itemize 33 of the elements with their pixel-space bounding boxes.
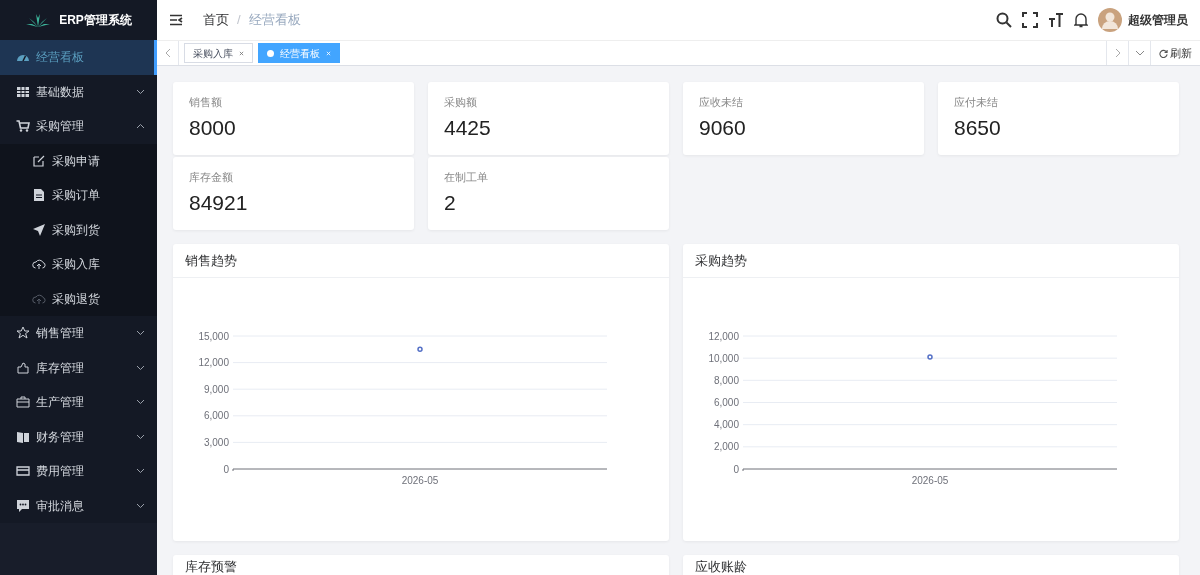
stat-label: 应付未结	[954, 95, 999, 110]
axis-tick-label: 0	[223, 463, 229, 475]
axis-tick-label: 4,000	[713, 419, 739, 431]
stat-label: 采购额	[444, 95, 478, 110]
stat-label: 库存金额	[189, 170, 234, 185]
app-title: ERP管理系统	[59, 12, 132, 29]
axis-tick-label: 6,000	[713, 397, 739, 408]
panel-title: 库存预警	[184, 558, 238, 575]
axis-tick-label: 10,000	[708, 352, 739, 364]
axis-tick-label: 2,000	[713, 441, 739, 453]
axis-tick-label: 2026-05	[911, 475, 949, 486]
stat-label: 销售额	[189, 95, 223, 110]
chart-title: 采购趋势	[683, 244, 1179, 278]
chart-title: 销售趋势	[173, 244, 669, 278]
stat-value: 9060	[699, 114, 747, 141]
axis-tick-label: 3,000	[203, 436, 229, 448]
axis-tick-label: 15,000	[198, 330, 229, 342]
stat-value: 4425	[444, 114, 492, 141]
axis-tick-label: 8,000	[713, 374, 739, 386]
axis-tick-label: 6,000	[203, 410, 229, 422]
axis-tick-label: 2026-05	[401, 475, 439, 486]
stat-value: 8650	[954, 114, 1002, 141]
stat-value: 84921	[189, 189, 249, 216]
stat-label: 在制工单	[444, 170, 489, 185]
stat-value: 8000	[189, 114, 237, 141]
axis-tick-label: 12,000	[708, 330, 739, 342]
breadcrumb-separator: /	[237, 11, 241, 30]
stat-value: 2	[444, 189, 457, 216]
axis-tick-label: 12,000	[198, 357, 229, 369]
panel-title: 应收账龄	[694, 558, 748, 575]
axis-tick-label: 0	[733, 463, 739, 475]
stat-label: 应收未结	[699, 95, 744, 110]
axis-tick-label: 9,000	[203, 383, 229, 395]
